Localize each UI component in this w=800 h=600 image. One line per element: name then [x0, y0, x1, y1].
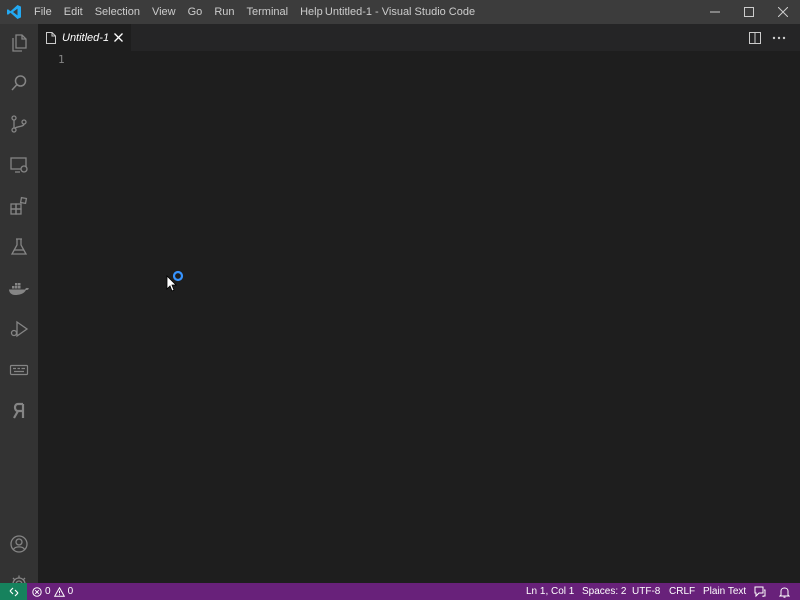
ya-icon[interactable]	[0, 392, 38, 430]
search-icon[interactable]	[0, 64, 38, 102]
activity-bar	[0, 24, 38, 593]
notifications-bell-icon[interactable]	[774, 583, 794, 600]
feedback-icon[interactable]	[750, 583, 770, 600]
editor-area[interactable]: 1	[38, 51, 800, 583]
tab-untitled-1[interactable]: Untitled-1	[38, 24, 131, 51]
problems-indicator[interactable]: 0 0	[32, 583, 73, 600]
remote-icon	[9, 587, 18, 596]
extensions-icon[interactable]	[0, 187, 38, 225]
tab-label: Untitled-1	[62, 31, 110, 44]
error-icon	[32, 586, 42, 597]
encoding[interactable]: UTF-8	[632, 583, 660, 600]
maximize-icon	[744, 7, 754, 17]
maximize-button[interactable]	[732, 0, 766, 24]
menu-go[interactable]: Go	[182, 0, 209, 24]
menu-bar: File Edit Selection View Go Run Terminal…	[28, 0, 329, 24]
run-debug-icon[interactable]	[0, 310, 38, 348]
menu-help[interactable]: Help	[294, 0, 329, 24]
close-window-button[interactable]	[766, 0, 800, 24]
menu-edit[interactable]: Edit	[58, 0, 89, 24]
close-icon	[778, 7, 788, 17]
line-number: 1	[58, 53, 65, 66]
source-control-icon[interactable]	[0, 105, 38, 143]
title-bar: File Edit Selection View Go Run Terminal…	[0, 0, 800, 24]
window-controls	[698, 0, 800, 24]
warning-count: 0	[67, 586, 74, 597]
menu-view[interactable]: View	[146, 0, 182, 24]
error-count: 0	[45, 586, 51, 597]
cursor-position[interactable]: Ln 1, Col 1	[526, 583, 574, 600]
more-actions-icon[interactable]	[766, 24, 792, 51]
testing-icon[interactable]	[0, 228, 38, 266]
vscode-logo-icon	[0, 0, 28, 24]
keyboard-icon[interactable]	[0, 351, 38, 389]
menu-selection[interactable]: Selection	[89, 0, 146, 24]
accounts-icon[interactable]	[0, 525, 38, 563]
remote-indicator[interactable]	[0, 583, 27, 600]
status-bar: 0 0 Ln 1, Col 1 Spaces: 2 UTF-8 CRLF Pla…	[0, 583, 800, 600]
indentation[interactable]: Spaces: 2	[582, 583, 626, 600]
busy-cursor-icon	[166, 270, 188, 297]
docker-icon[interactable]	[0, 269, 38, 307]
file-icon	[46, 31, 56, 44]
tab-close-icon[interactable]	[111, 30, 125, 44]
split-editor-icon[interactable]	[742, 24, 768, 51]
language-mode[interactable]: Plain Text	[703, 583, 746, 600]
menu-run[interactable]: Run	[208, 0, 240, 24]
warning-icon	[53, 586, 65, 597]
remote-explorer-icon[interactable]	[0, 146, 38, 184]
menu-terminal[interactable]: Terminal	[241, 0, 295, 24]
minimize-icon	[710, 11, 720, 13]
explorer-icon[interactable]	[0, 24, 38, 62]
tab-bar: Untitled-1	[38, 24, 800, 51]
minimize-button[interactable]	[698, 0, 732, 24]
end-of-line[interactable]: CRLF	[669, 583, 695, 600]
menu-file[interactable]: File	[28, 0, 58, 24]
